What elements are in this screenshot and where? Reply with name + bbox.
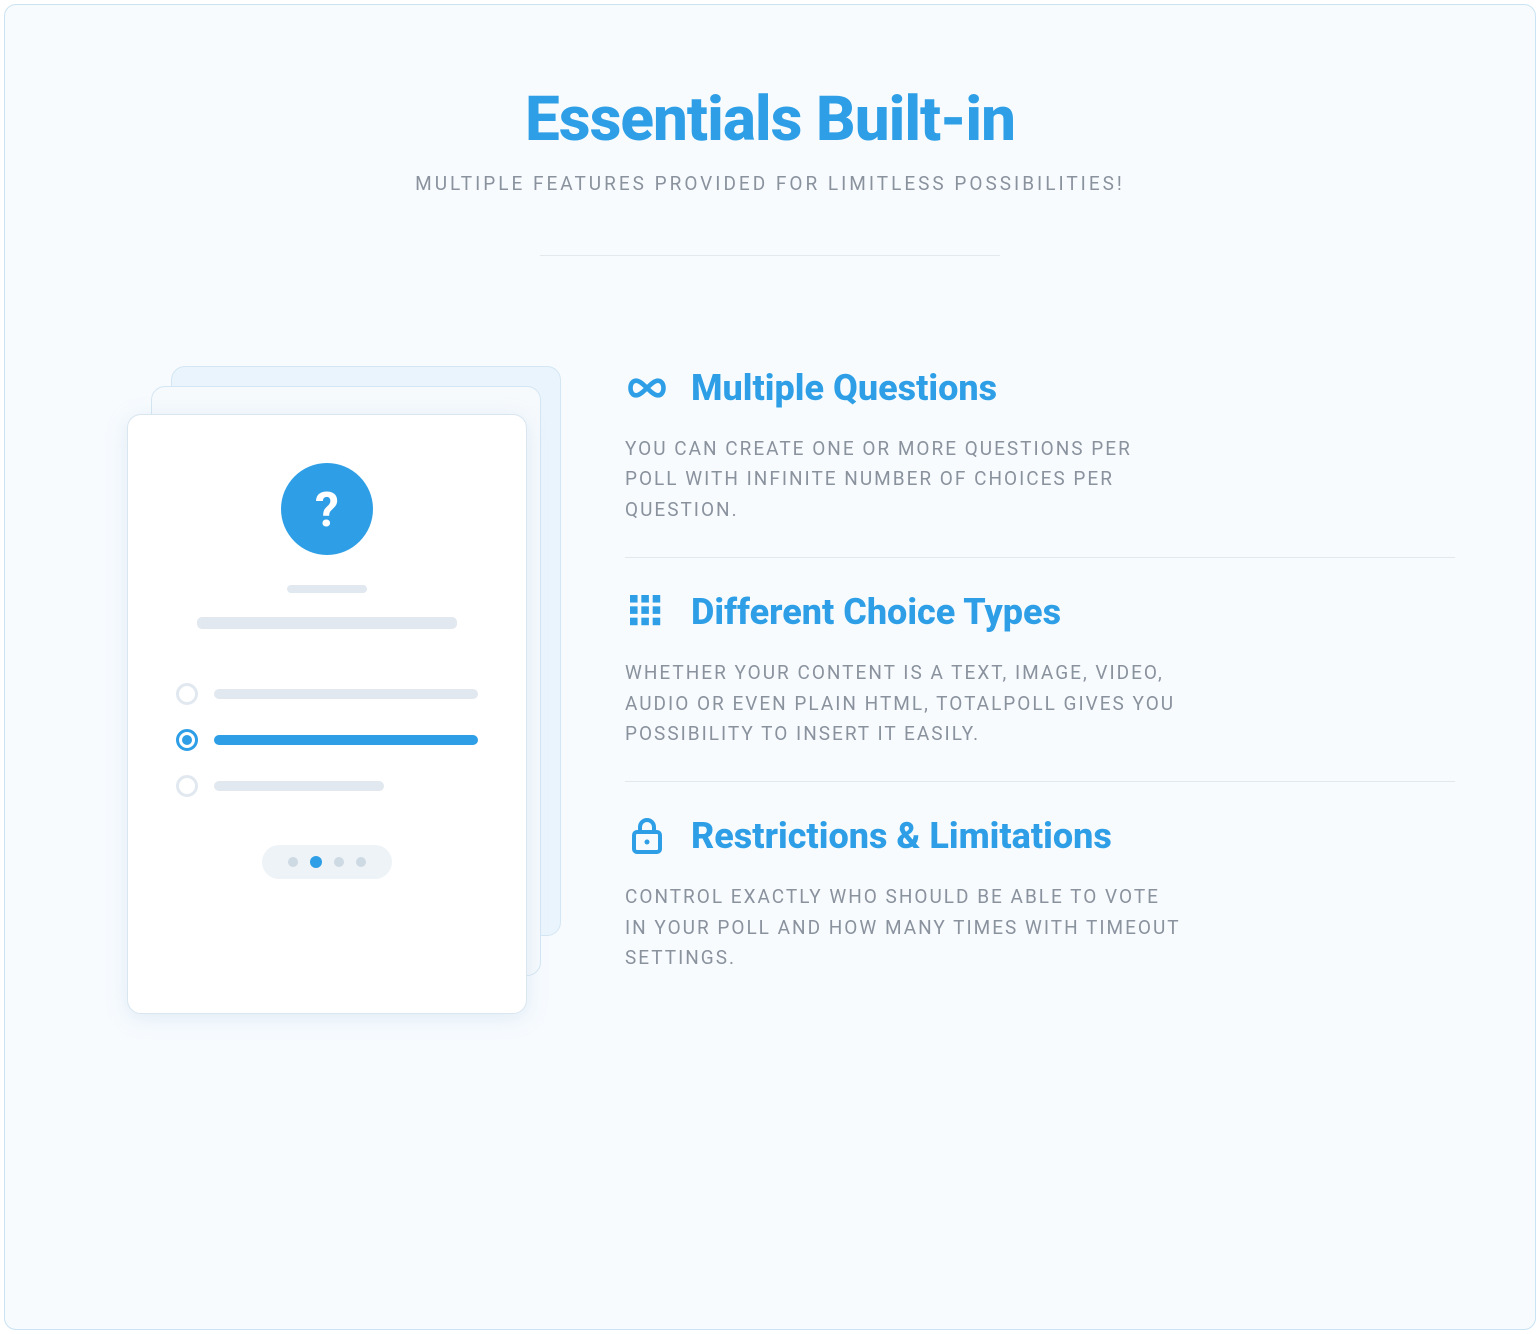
feature-description: CONTROL EXACTLY WHO SHOULD BE ABLE TO VO… bbox=[625, 882, 1185, 973]
feature-restrictions: Restrictions & Limitations CONTROL EXACT… bbox=[625, 814, 1455, 1005]
question-mark-icon: ? bbox=[281, 463, 373, 555]
page-title: Essentials Built-in bbox=[5, 83, 1535, 156]
placeholder-bar bbox=[214, 781, 384, 791]
choice-row bbox=[128, 683, 526, 705]
dot-icon bbox=[356, 857, 366, 867]
feature-title: Different Choice Types bbox=[691, 591, 1061, 633]
feature-title: Multiple Questions bbox=[691, 367, 997, 409]
infinity-icon bbox=[625, 366, 669, 410]
placeholder-bar bbox=[214, 689, 478, 699]
feature-choice-types: Different Choice Types WHETHER YOUR CONT… bbox=[625, 590, 1455, 782]
placeholder-bar bbox=[214, 735, 478, 745]
content-row: ? bbox=[5, 256, 1535, 1066]
page-subtitle: MULTIPLE FEATURES PROVIDED FOR LIMITLESS… bbox=[5, 172, 1535, 195]
placeholder-bar bbox=[287, 585, 367, 593]
choice-row bbox=[128, 775, 526, 797]
header: Essentials Built-in MULTIPLE FEATURES PR… bbox=[5, 5, 1535, 256]
grid-icon bbox=[625, 590, 669, 634]
placeholder-bar bbox=[197, 617, 457, 629]
card-front: ? bbox=[127, 414, 527, 1014]
feature-title: Restrictions & Limitations bbox=[691, 815, 1112, 857]
features-list: Multiple Questions YOU CAN CREATE ONE OR… bbox=[565, 366, 1455, 1066]
poll-illustration: ? bbox=[85, 366, 565, 1066]
essentials-panel: Essentials Built-in MULTIPLE FEATURES PR… bbox=[4, 4, 1536, 1330]
feature-multiple-questions: Multiple Questions YOU CAN CREATE ONE OR… bbox=[625, 366, 1455, 558]
radio-unselected-icon bbox=[176, 683, 198, 705]
feature-description: YOU CAN CREATE ONE OR MORE QUESTIONS PER… bbox=[625, 434, 1185, 525]
lock-icon bbox=[625, 814, 669, 858]
dot-icon bbox=[288, 857, 298, 867]
dot-active-icon bbox=[310, 856, 322, 868]
choice-row-selected bbox=[128, 729, 526, 751]
radio-unselected-icon bbox=[176, 775, 198, 797]
feature-description: WHETHER YOUR CONTENT IS A TEXT, IMAGE, V… bbox=[625, 658, 1185, 749]
dot-icon bbox=[334, 857, 344, 867]
pagination-dots bbox=[262, 845, 392, 879]
radio-selected-icon bbox=[176, 729, 198, 751]
